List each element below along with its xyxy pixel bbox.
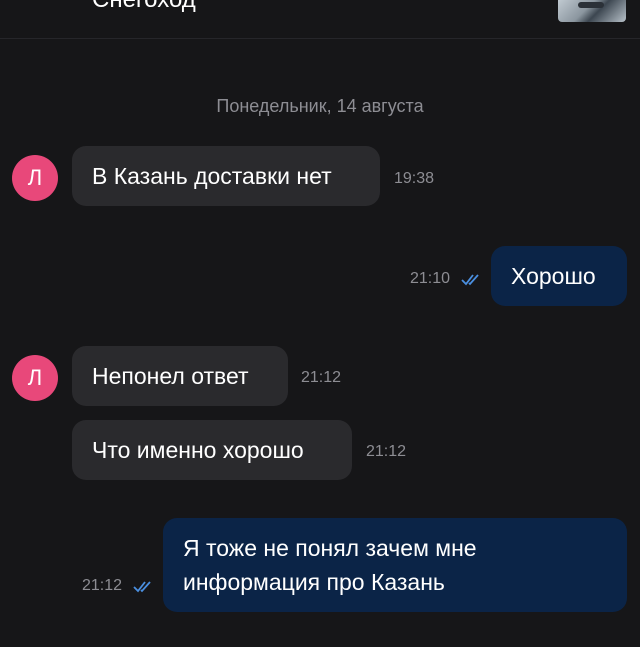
double-check-icon bbox=[133, 581, 151, 593]
message-bubble-outgoing[interactable]: Хорошо bbox=[491, 246, 627, 306]
message-text: Непонел ответ bbox=[92, 362, 249, 389]
avatar[interactable]: Л bbox=[12, 355, 58, 401]
message-text: Хорошо bbox=[511, 262, 596, 289]
message-bubble-incoming[interactable]: Непонел ответ bbox=[72, 346, 288, 406]
avatar[interactable]: Л bbox=[12, 155, 58, 201]
message-bubble-incoming[interactable]: В Казань доставки нет bbox=[72, 146, 380, 206]
header-thumbnail[interactable] bbox=[558, 0, 626, 22]
double-check-icon bbox=[461, 274, 479, 286]
date-separator: Понедельник, 14 августа bbox=[216, 96, 424, 116]
message-time: 19:38 bbox=[394, 170, 435, 187]
message-bubble-incoming[interactable]: Что именно хорошо bbox=[72, 420, 352, 480]
message-text: Что именно хорошо bbox=[92, 436, 304, 463]
message-time: 21:12 bbox=[82, 577, 123, 594]
message-bubble-outgoing[interactable]: Я тоже не понял зачем мне информация про… bbox=[163, 518, 627, 612]
chat-title[interactable]: Снегоход bbox=[92, 0, 196, 14]
message-time: 21:10 bbox=[410, 270, 451, 287]
chat-header: Снегоход bbox=[0, 0, 640, 39]
message-time: 21:12 bbox=[366, 443, 407, 460]
message-text: В Казань доставки нет bbox=[92, 162, 332, 189]
message-text: Я тоже не понял зачем мне информация про… bbox=[183, 535, 477, 595]
message-time: 21:12 bbox=[301, 369, 342, 386]
